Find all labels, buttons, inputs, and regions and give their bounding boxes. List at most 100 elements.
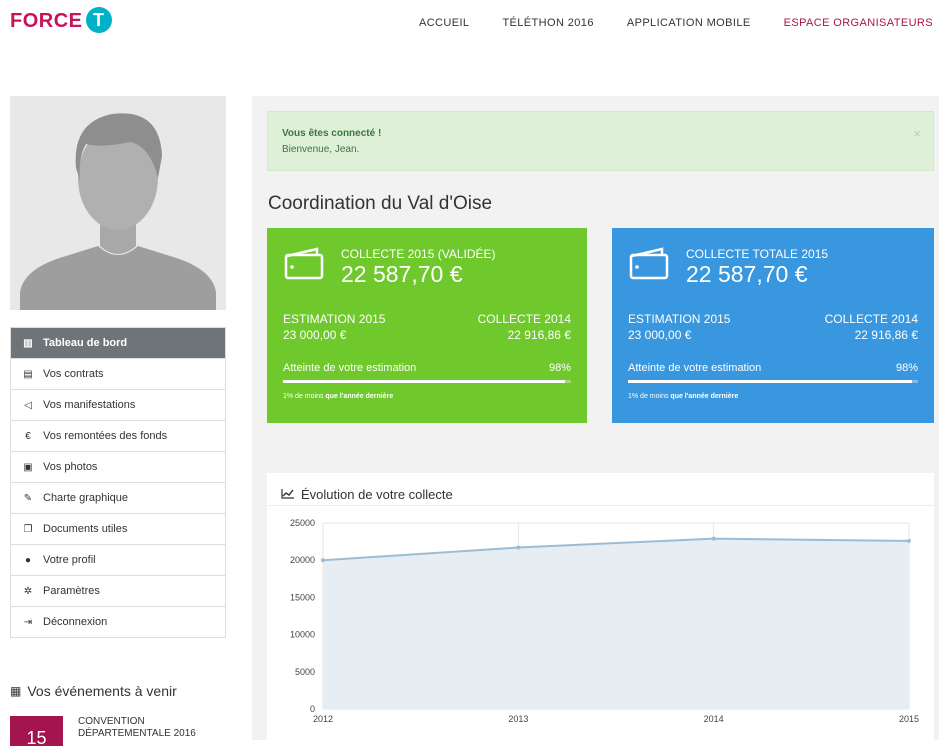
progress-bar [628,380,918,383]
data-point [321,558,325,563]
sidebar-item-label: Vos contrats [43,368,104,380]
sidebar-item-votre-profil[interactable]: ● Votre profil [11,545,225,576]
line-chart-icon [281,487,295,502]
wallet-icon [629,247,669,280]
events-title-text: Vos événements à venir [27,683,177,699]
success-alert: Vous êtes connecté ! Bienvenue, Jean. × [267,111,934,171]
sidebar-item-label: Déconnexion [43,616,108,628]
megaphone-icon: ◁ [24,399,32,411]
x-tick-label: 2015 [899,714,919,724]
data-point [711,536,716,541]
atteinte-label: Atteinte de votre estimation [628,362,762,374]
logo-badge-icon: T [85,7,112,33]
sidebar-item-label: Tableau de bord [43,337,128,349]
event-date-badge: 15 [10,716,63,748]
calendar-icon: ▦ [10,684,22,698]
card-amount: 22 587,70 € [686,261,808,287]
sidebar-item-tableau-de-bord[interactable]: ▥ Tableau de bord [11,328,225,359]
note-plain: 1% de moins [628,393,671,400]
collecte-totale-card: COLLECTE TOTALE 2015 22 587,70 € ESTIMAT… [612,228,934,423]
series-area [323,538,909,709]
page-title: Coordination du Val d'Oise [268,193,493,214]
atteinte-label: Atteinte de votre estimation [283,362,417,374]
sidebar-item-deconnexion[interactable]: ⇥ Déconnexion [11,607,225,638]
sidebar-item-charte-graphique[interactable]: ✎ Charte graphique [11,483,225,514]
wallet-icon [284,247,324,280]
gear-icon: ✲ [23,585,33,597]
y-tick-label: 25000 [290,518,315,528]
sidebar-item-label: Charte graphique [43,492,129,504]
sidebar-menu: ▥ Tableau de bord ▤ Vos contrats ◁ Vos m… [10,327,226,638]
progress-bar-fill [283,380,566,383]
sidebar-item-label: Vos manifestations [43,399,136,411]
comparison-note: 1% de moins que l'année dernière [628,393,738,400]
sidebar-item-parametres[interactable]: ✲ Paramètres [11,576,225,607]
chart-title: Évolution de votre collecte [301,486,453,502]
x-tick-label: 2013 [508,714,528,724]
alert-title: Vous êtes connecté ! [282,128,382,139]
estimation-label: ESTIMATION 2015 [628,312,731,326]
card-label: COLLECTE 2015 (VALIDÉE) [341,247,496,261]
events-heading: ▦ Vos événements à venir [10,683,226,699]
user-icon: ● [24,554,32,566]
sidebar: ▥ Tableau de bord ▤ Vos contrats ◁ Vos m… [10,96,226,748]
card-label: COLLECTE TOTALE 2015 [686,247,829,261]
alert-message: Bienvenue, Jean. [282,144,360,155]
progress-bar [283,380,571,383]
event-title-line1: CONVENTION [78,716,145,727]
logout-icon: ⇥ [23,616,33,628]
euro-icon: € [25,430,31,442]
nav-application-mobile[interactable]: APPLICATION MOBILE [627,17,751,29]
note-bold: que l'année dernière [325,393,394,400]
sidebar-item-label: Vos photos [43,461,98,473]
event-title: CONVENTION DÉPARTEMENTALE 2016 [78,716,196,746]
avatar [10,96,226,310]
image-icon: ▣ [23,461,33,473]
evolution-chart: 0 5000 10000 15000 20000 25000 2012 2013 2014 201… [290,518,919,724]
nav-telethon-2016[interactable]: TÉLÉTHON 2016 [502,17,593,29]
estimation-value: 23 000,00 € [628,328,692,342]
sidebar-item-vos-remontees[interactable]: € Vos remontées des fonds [11,421,225,452]
close-icon[interactable]: × [913,126,921,141]
copy-icon: ❐ [23,523,33,535]
data-point [516,545,521,550]
logo-text: FORCE [10,9,83,32]
nav-espace-organisateurs[interactable]: ESPACE ORGANISATEURS [784,17,933,29]
note-plain: 1% de moins [283,393,326,400]
collecte-2014-label: COLLECTE 2014 [824,312,918,326]
y-tick-label: 15000 [290,592,315,602]
progress-bar-fill [628,380,913,383]
sidebar-item-label: Votre profil [43,554,96,566]
sidebar-item-vos-contrats[interactable]: ▤ Vos contrats [11,359,225,390]
sidebar-item-label: Vos remontées des fonds [43,430,168,442]
comparison-note: 1% de moins que l'année dernière [283,393,393,400]
event-item[interactable]: 15 CONVENTION DÉPARTEMENTALE 2016 [10,716,226,748]
sidebar-item-label: Documents utiles [43,523,128,535]
y-tick-label: 0 [310,704,315,714]
sidebar-item-documents-utiles[interactable]: ❐ Documents utiles [11,514,225,545]
site-logo[interactable]: FORCE T [10,7,112,33]
y-tick-label: 5000 [295,667,315,677]
collecte-2014-value: 22 916,86 € [507,328,571,342]
event-title-line2: DÉPARTEMENTALE 2016 [78,728,196,739]
document-icon: ▤ [23,368,33,380]
collecte-validee-card: COLLECTE 2015 (VALIDÉE) 22 587,70 € ESTI… [267,228,587,423]
data-point [907,538,911,543]
nav-accueil[interactable]: ACCUEIL [419,17,469,29]
collecte-chart-panel: Évolution de votre collecte 0 5000 10000 15… [267,473,934,740]
card-amount: 22 587,70 € [341,261,463,287]
estimation-label: ESTIMATION 2015 [283,312,386,326]
bar-chart-icon: ▥ [23,337,33,349]
atteinte-percent: 98% [548,362,571,374]
y-tick-label: 20000 [290,555,315,565]
sidebar-item-label: Paramètres [43,585,100,597]
main-nav: ACCUEIL TÉLÉTHON 2016 APPLICATION MOBILE… [386,17,933,29]
collecte-2014-value: 22 916,86 € [854,328,918,342]
x-tick-label: 2012 [313,714,333,724]
atteinte-percent: 98% [895,362,918,374]
main-content: Vous êtes connecté ! Bienvenue, Jean. × … [252,96,939,740]
estimation-value: 23 000,00 € [283,328,347,342]
site-header: FORCE T ACCUEIL TÉLÉTHON 2016 APPLICATIO… [0,0,939,56]
sidebar-item-vos-manifestations[interactable]: ◁ Vos manifestations [11,390,225,421]
sidebar-item-vos-photos[interactable]: ▣ Vos photos [11,452,225,483]
